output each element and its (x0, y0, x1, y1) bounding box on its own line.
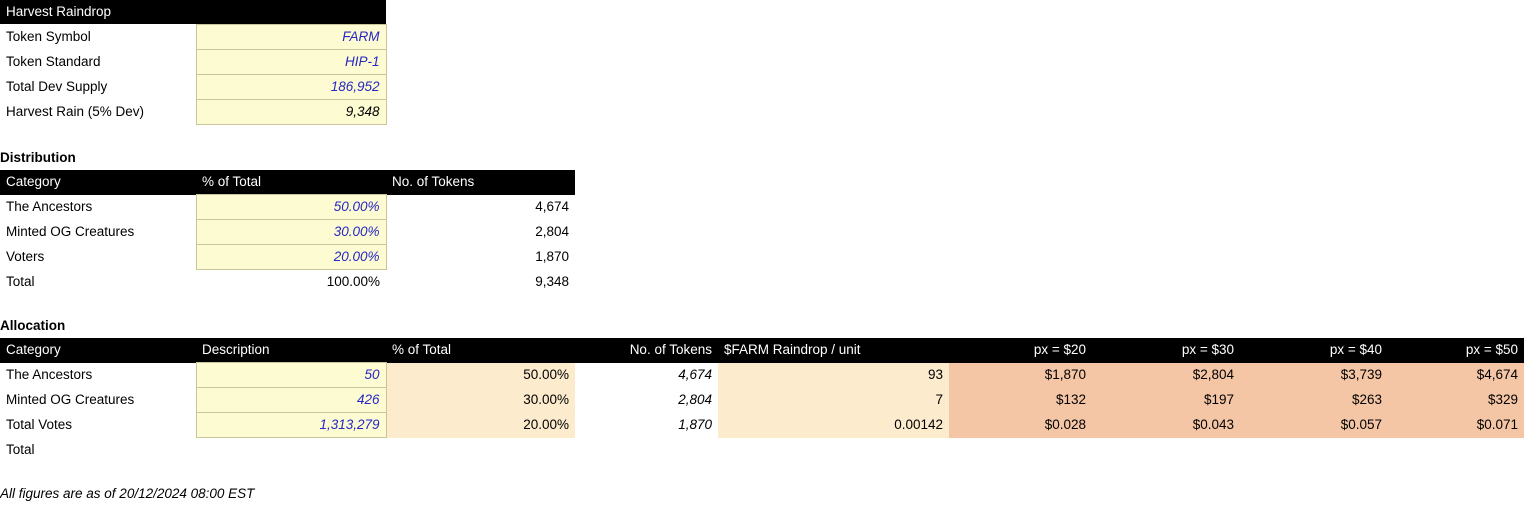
allocation-header-px40: px = $40 (1240, 338, 1388, 363)
table-row: The Ancestors 50 50.00% 4,674 93 $1,870 … (0, 362, 1524, 388)
allocation-px20-total-votes: $0.028 (949, 412, 1092, 438)
distribution-tokens-ancestors: 4,674 (535, 199, 569, 214)
table-row: Token Standard HIP-1 (0, 49, 387, 75)
allocation-total-px30 (1092, 438, 1240, 463)
allocation-section-title: Allocation (0, 318, 66, 333)
allocation-pct-ancestors: 50.00% (386, 362, 575, 388)
allocation-total-px40 (1240, 438, 1388, 463)
allocation-header-pct: % of Total (386, 338, 575, 363)
footnote-text: All figures are as of 20/12/2024 08:00 E… (0, 486, 255, 501)
summary-label-token-symbol: Token Symbol (6, 29, 91, 44)
distribution-pct-minted-og[interactable]: 30.00% (195, 219, 387, 245)
distribution-header-row: Category % of Total No. of Tokens (0, 170, 575, 195)
allocation-px30-total-votes: $0.043 (1092, 412, 1240, 438)
allocation-per-unit-minted-og: 7 (718, 387, 949, 413)
allocation-category-ancestors: The Ancestors (6, 367, 93, 382)
distribution-category-voters: Voters (6, 249, 45, 264)
allocation-table: Category Description % of Total No. of T… (0, 338, 1524, 462)
allocation-description-total-votes[interactable]: 1,313,279 (195, 412, 387, 438)
distribution-total-tokens: 9,348 (535, 273, 569, 289)
table-row: Voters 20.00% 1,870 (0, 244, 575, 270)
allocation-px30-ancestors: $2,804 (1092, 362, 1240, 388)
allocation-per-unit-ancestors: 93 (718, 362, 949, 388)
allocation-px40-total-votes: $0.057 (1240, 412, 1388, 438)
distribution-pct-voters[interactable]: 20.00% (195, 244, 387, 270)
table-row: Token Symbol FARM (0, 24, 387, 50)
distribution-tokens-voters: 1,870 (535, 249, 569, 264)
allocation-header-px20: px = $20 (949, 338, 1092, 363)
summary-value-token-standard[interactable]: HIP-1 (195, 49, 387, 75)
distribution-header-tokens: No. of Tokens (386, 170, 575, 195)
allocation-px40-ancestors: $3,739 (1240, 362, 1388, 388)
summary-label-total-dev-supply: Total Dev Supply (6, 79, 108, 94)
table-row: Total Votes 1,313,279 20.00% 1,870 0.001… (0, 412, 1524, 438)
distribution-section-title: Distribution (0, 150, 76, 165)
summary-value-harvest-rain[interactable]: 9,348 (195, 99, 387, 125)
allocation-total-description (196, 438, 386, 463)
allocation-pct-total-votes: 20.00% (386, 412, 575, 438)
allocation-pct-minted-og: 30.00% (386, 387, 575, 413)
allocation-px20-minted-og: $132 (949, 387, 1092, 413)
allocation-description-minted-og[interactable]: 426 (195, 387, 387, 413)
allocation-header-category: Category (0, 338, 196, 363)
allocation-px50-total-votes: $0.071 (1388, 412, 1524, 438)
allocation-tokens-total-votes: 1,870 (678, 417, 712, 432)
table-row: Minted OG Creatures 426 30.00% 2,804 7 $… (0, 387, 1524, 413)
distribution-header-pct: % of Total (196, 170, 386, 195)
distribution-total-pct: 100.00% (326, 274, 380, 289)
table-row: Harvest Rain (5% Dev) 9,348 (0, 99, 387, 125)
summary-header-row: Harvest Raindrop (0, 0, 387, 25)
summary-value-total-dev-supply[interactable]: 186,952 (195, 74, 387, 100)
summary-title: Harvest Raindrop (0, 0, 387, 25)
allocation-header-px30: px = $30 (1092, 338, 1240, 363)
table-row: Total Dev Supply 186,952 (0, 74, 387, 100)
allocation-total-pct (386, 438, 575, 463)
allocation-category-minted-og: Minted OG Creatures (6, 392, 135, 407)
distribution-tokens-minted-og: 2,804 (535, 224, 569, 239)
summary-label-harvest-rain: Harvest Rain (5% Dev) (6, 104, 145, 119)
summary-value-token-symbol[interactable]: FARM (195, 24, 387, 50)
allocation-total-px20 (949, 438, 1092, 463)
distribution-pct-ancestors[interactable]: 50.00% (195, 194, 387, 220)
distribution-category-minted-og: Minted OG Creatures (6, 224, 135, 239)
allocation-total-label: Total (6, 441, 35, 457)
allocation-px50-ancestors: $4,674 (1388, 362, 1524, 388)
harvest-raindrop-summary-table: Harvest Raindrop Token Symbol FARM Token… (0, 0, 387, 125)
allocation-total-px50 (1388, 438, 1524, 463)
allocation-header-per-unit: $FARM Raindrop / unit (718, 338, 949, 363)
allocation-total-tokens (575, 438, 718, 463)
allocation-tokens-minted-og: 2,804 (678, 392, 712, 407)
allocation-tokens-ancestors: 4,674 (678, 367, 712, 382)
distribution-total-label: Total (6, 273, 35, 289)
distribution-header-category: Category (0, 170, 196, 195)
distribution-total-row: Total 100.00% 9,348 (0, 270, 575, 295)
allocation-px50-minted-og: $329 (1388, 387, 1524, 413)
allocation-header-description: Description (196, 338, 386, 363)
spreadsheet-canvas: Harvest Raindrop Token Symbol FARM Token… (0, 0, 1524, 529)
table-row: The Ancestors 50.00% 4,674 (0, 194, 575, 220)
allocation-description-ancestors[interactable]: 50 (195, 362, 387, 388)
allocation-px30-minted-og: $197 (1092, 387, 1240, 413)
summary-label-token-standard: Token Standard (6, 54, 101, 69)
table-row: Minted OG Creatures 30.00% 2,804 (0, 219, 575, 245)
allocation-total-row: Total (0, 438, 1524, 463)
allocation-per-unit-total-votes: 0.00142 (718, 412, 949, 438)
allocation-total-per-unit (718, 438, 949, 463)
allocation-px40-minted-og: $263 (1240, 387, 1388, 413)
allocation-category-total-votes: Total Votes (6, 417, 73, 432)
distribution-table: Category % of Total No. of Tokens The An… (0, 170, 575, 294)
allocation-header-px50: px = $50 (1388, 338, 1524, 363)
allocation-px20-ancestors: $1,870 (949, 362, 1092, 388)
distribution-category-ancestors: The Ancestors (6, 199, 93, 214)
allocation-header-row: Category Description % of Total No. of T… (0, 338, 1524, 363)
allocation-header-tokens: No. of Tokens (575, 338, 718, 363)
